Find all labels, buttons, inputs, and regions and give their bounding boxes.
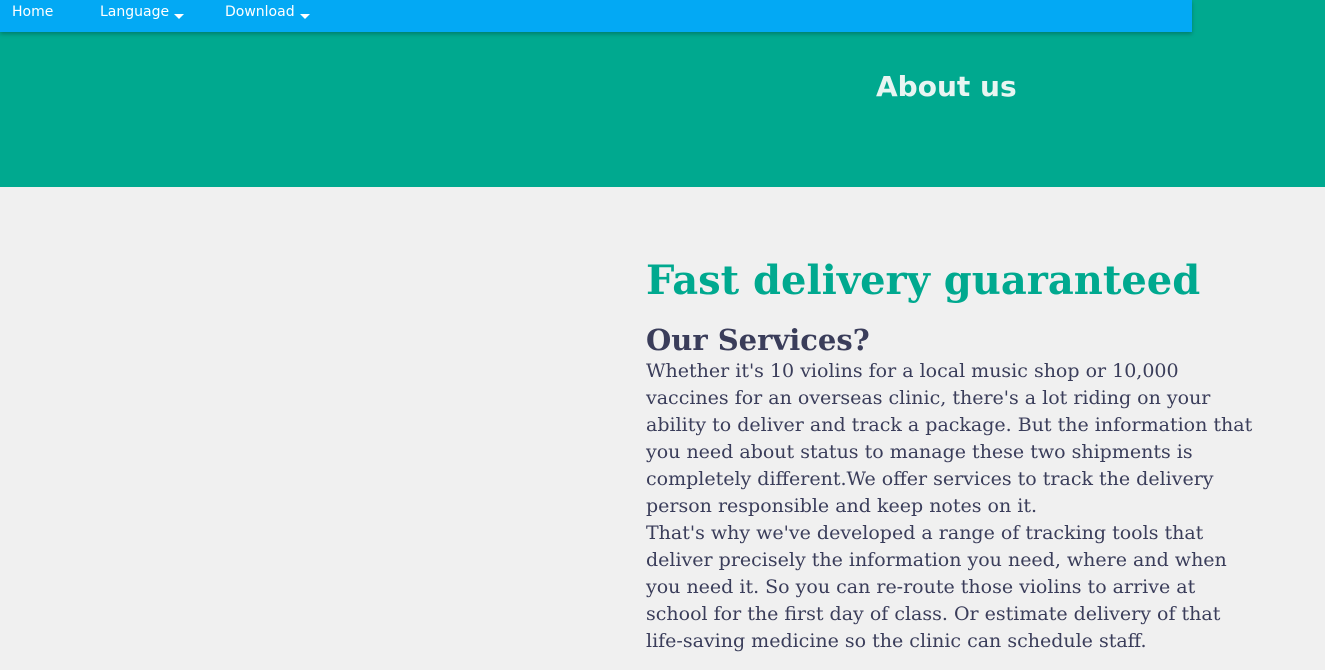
nav-language-dropdown[interactable]: Language: [100, 2, 185, 22]
caret-down-icon: [299, 13, 310, 19]
nav-home-label: Home: [12, 3, 54, 20]
services-heading: Our Services?: [646, 323, 870, 357]
nav-language-label: Language: [100, 3, 170, 20]
nav-download-dropdown[interactable]: Download: [225, 2, 310, 22]
services-paragraph-1: Whether it's 10 violins for a local musi…: [646, 360, 1253, 517]
headline: Fast delivery guaranteed: [646, 257, 1201, 304]
caret-down-icon: [174, 13, 185, 19]
nav-home-link[interactable]: Home: [12, 2, 53, 22]
nav-download-label: Download: [225, 3, 295, 20]
top-navbar: Home Language Download: [0, 0, 1192, 32]
services-paragraph-2: That's why we've developed a range of tr…: [646, 522, 1227, 652]
page-title: About us: [876, 70, 1017, 103]
about-content: Fast delivery guaranteed Our Services? W…: [646, 252, 1256, 655]
